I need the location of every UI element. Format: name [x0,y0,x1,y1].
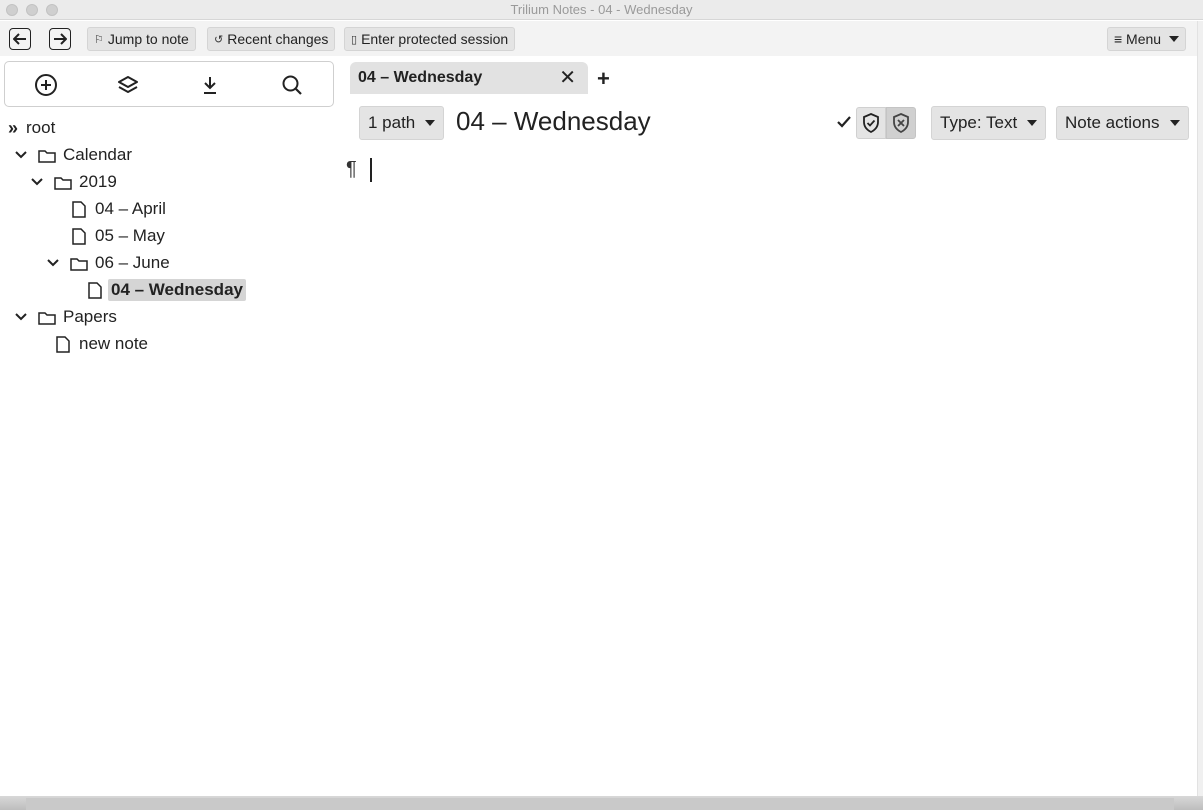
protect-note-button[interactable] [856,107,886,139]
chevron-down-icon[interactable] [46,256,60,270]
note-actions-dropdown[interactable]: Note actions [1056,106,1189,140]
shield-check-icon [863,113,879,133]
double-chevron-right-icon: » [8,117,19,138]
chevron-down-icon [1169,120,1180,126]
chevron-down-icon [425,120,436,126]
note-type-dropdown[interactable]: Type: Text [931,106,1047,140]
folder-icon [38,148,56,163]
window-title: Trilium Notes - 04 - Wednesday [510,2,693,17]
chevron-down-icon[interactable] [14,148,28,162]
chevron-down-icon [1027,120,1038,126]
tree-item-label: 04 – April [95,199,166,218]
download-icon[interactable] [197,72,223,98]
dock [26,798,1174,810]
enter-protected-session-button[interactable]: ▯ Enter protected session [344,27,516,51]
note-tree-pane: » root Calendar 2019 04 – April 05 – May… [0,56,340,800]
note-editor[interactable] [340,150,1195,790]
recent-changes-button[interactable]: ↺ Recent changes [207,27,336,51]
arrow-left-icon [13,33,26,45]
tree-item-calendar[interactable]: Calendar [14,143,132,167]
tree-item-papers[interactable]: Papers [14,305,117,329]
chevron-down-icon[interactable] [30,175,44,189]
jump-to-note-label: Jump to note [107,31,189,47]
tree-item-june[interactable]: 06 – June [46,251,170,275]
jump-to-note-button[interactable]: ⚐ Jump to note [87,27,196,51]
note-icon [88,281,102,299]
note-icon [56,335,70,353]
folder-icon [70,256,88,271]
lock-icon: ▯ [351,33,358,46]
note-paths-dropdown[interactable]: 1 path [359,106,445,140]
note-title-input[interactable]: 04 – Wednesday [456,106,651,137]
folder-icon [38,310,56,325]
protected-session-label: Enter protected session [361,31,509,47]
forward-button[interactable] [49,28,71,50]
chevron-down-icon [1169,36,1180,42]
top-toolbar: ⚐ Jump to note ↺ Recent changes ▯ Enter … [0,21,1203,56]
note-icon [72,200,86,218]
recent-changes-label: Recent changes [227,31,329,47]
arrow-right-icon [54,33,67,45]
tree-item-label-selected: 04 – Wednesday [108,279,246,301]
tree-item-label: 05 – May [95,226,165,245]
tree-item-label: 2019 [79,172,117,191]
window-titlebar: Trilium Notes - 04 - Wednesday [0,0,1203,20]
tree-item-new-note[interactable]: new note [56,332,148,356]
shield-x-icon [893,113,909,133]
window-edge [1197,21,1203,800]
tree-item-label: new note [79,334,148,353]
close-icon[interactable]: ✕ [559,68,576,88]
tree-actions-bar [4,61,334,107]
search-icon[interactable] [279,72,305,98]
tree-item-root[interactable]: » root [8,116,55,140]
protect-toggle [856,107,916,139]
menu-button[interactable]: ≡ Menu [1107,27,1187,51]
back-button[interactable] [9,28,31,50]
unprotect-note-button[interactable] [886,107,916,139]
note-actions-label: Note actions [1065,113,1160,132]
tree-item-label: Calendar [63,145,132,164]
tree-item-april[interactable]: 04 – April [72,197,166,221]
folder-icon [54,175,72,190]
tree-item-label: Papers [63,307,117,326]
tree-item-label: 06 – June [95,253,170,272]
tab-bar: 04 – Wednesday ✕ + [340,56,1203,98]
tree-item-wednesday[interactable]: 04 – Wednesday [88,278,246,302]
note-paths-label: 1 path [368,113,416,132]
history-icon: ↺ [214,33,224,46]
chevron-down-icon[interactable] [14,310,28,324]
tree-item-2019[interactable]: 2019 [30,170,117,194]
note-icon [72,227,86,245]
tree-item-may[interactable]: 05 – May [72,224,165,248]
create-note-icon[interactable] [33,72,59,98]
new-tab-button[interactable]: + [597,68,610,90]
tree-item-label: root [26,118,56,137]
note-type-label: Type: Text [940,113,1018,132]
check-icon [836,115,852,134]
signpost-icon: ⚐ [94,33,104,46]
tab-label: 04 – Wednesday [358,69,483,86]
collapse-tree-icon[interactable] [115,72,141,98]
menu-label: ≡ Menu [1114,31,1162,47]
tab-active[interactable]: 04 – Wednesday ✕ [350,62,588,94]
